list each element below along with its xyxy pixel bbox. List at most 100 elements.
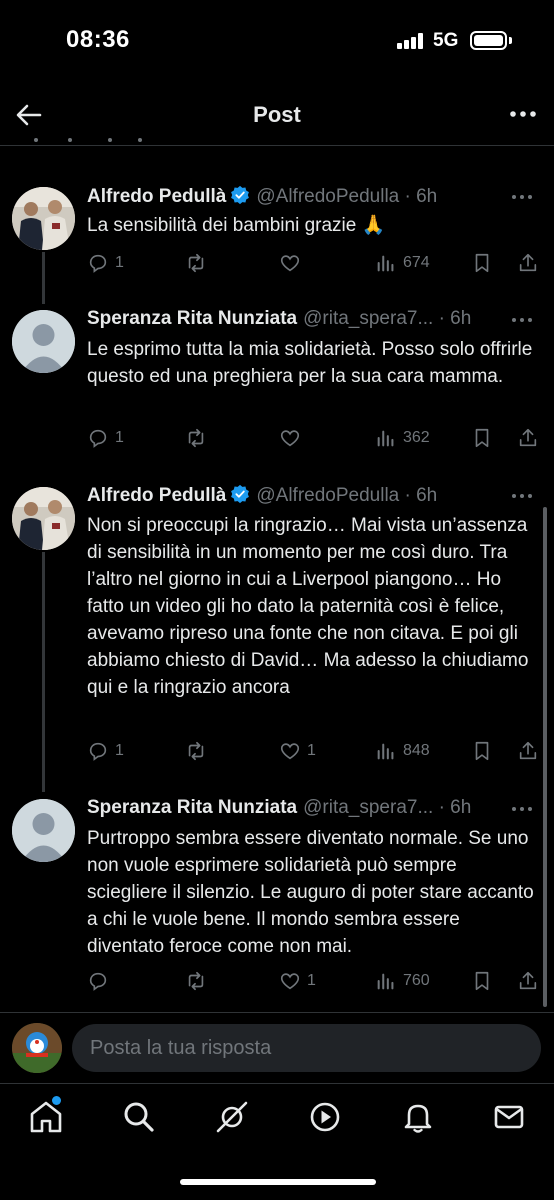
notifications-icon[interactable]: [400, 1099, 436, 1135]
avatar[interactable]: [12, 187, 75, 250]
header-divider: [0, 145, 554, 146]
scrollbar[interactable]: [543, 507, 547, 1007]
repost-icon: [188, 428, 204, 448]
post-header: Speranza Rita Nunziata @rita_spera7... · …: [87, 308, 471, 330]
like-button[interactable]: [279, 425, 307, 451]
post-text: Non si preoccupi la ringrazio… Mai vista…: [87, 515, 529, 698]
avatar[interactable]: [12, 799, 75, 862]
battery-tip: [509, 37, 512, 44]
avatar[interactable]: [12, 310, 75, 373]
verified-badge-icon: [231, 484, 250, 504]
share-icon: [519, 428, 537, 447]
views-icon: [377, 743, 394, 760]
user-avatar[interactable]: [12, 1023, 62, 1073]
bookmark-button[interactable]: [471, 250, 493, 276]
post-more-icon[interactable]: [510, 315, 534, 325]
more-options-icon[interactable]: [508, 102, 538, 126]
post-text: Le esprimo tutta la mia solidarietà. Pos…: [87, 339, 533, 387]
author-name[interactable]: Alfredo Pedullà: [87, 485, 226, 506]
share-button[interactable]: [517, 250, 539, 276]
views-icon: [377, 430, 394, 447]
repost-icon: [188, 971, 204, 991]
reply-divider: [0, 1012, 554, 1013]
bookmark-icon: [475, 971, 489, 991]
repost-button[interactable]: [185, 425, 213, 451]
views-button[interactable]: 848: [375, 738, 430, 764]
video-icon[interactable]: [307, 1099, 343, 1135]
search-icon[interactable]: [121, 1099, 157, 1135]
like-button[interactable]: 1: [279, 738, 316, 764]
avatar[interactable]: [12, 487, 75, 550]
repost-icon: [188, 253, 204, 273]
share-icon: [519, 741, 537, 760]
share-button[interactable]: [517, 968, 539, 994]
share-icon: [519, 971, 537, 990]
author-name[interactable]: Speranza Rita Nunziata: [87, 797, 297, 818]
post-actions: 1 674: [87, 250, 542, 276]
heart-icon: [280, 973, 300, 990]
post-header: Speranza Rita Nunziata @rita_spera7... · …: [87, 797, 471, 819]
post-more-icon[interactable]: [510, 804, 534, 814]
thread-line: [42, 252, 45, 304]
reply-button[interactable]: 1: [87, 250, 124, 276]
author-name[interactable]: Alfredo Pedullà: [87, 186, 226, 207]
repost-button[interactable]: [185, 250, 213, 276]
notification-dot: [52, 1096, 61, 1105]
bookmark-button[interactable]: [471, 968, 493, 994]
views-icon: [377, 255, 394, 272]
reply-button[interactable]: 1: [87, 425, 124, 451]
post-more-icon[interactable]: [510, 491, 534, 501]
views-button[interactable]: 362: [375, 425, 430, 451]
signal-icon: [397, 33, 425, 49]
like-button[interactable]: [279, 250, 307, 276]
reply-input[interactable]: [72, 1024, 541, 1072]
author-handle: @AlfredoPedulla · 6h: [256, 186, 438, 207]
status-bar: 08:36 5G: [0, 0, 554, 80]
reply-icon: [89, 972, 107, 991]
bookmark-icon: [475, 428, 489, 448]
repost-button[interactable]: [185, 738, 213, 764]
share-button[interactable]: [517, 738, 539, 764]
heart-icon: [280, 430, 300, 447]
bookmark-icon: [475, 741, 489, 761]
repost-button[interactable]: [185, 968, 213, 994]
heart-icon: [280, 743, 300, 760]
repost-icon: [188, 741, 204, 761]
share-button[interactable]: [517, 425, 539, 451]
post-header: Alfredo Pedullà @AlfredoPedulla · 6h: [87, 484, 437, 507]
views-button[interactable]: 674: [375, 250, 430, 276]
network-label: 5G: [433, 30, 459, 51]
home-indicator[interactable]: [180, 1179, 376, 1185]
like-button[interactable]: 1: [279, 968, 316, 994]
post-actions: 1 1 848: [87, 738, 542, 764]
post-text: Purtroppo sembra essere diventato normal…: [87, 828, 534, 957]
verified-badge-icon: [231, 185, 250, 205]
reply-icon: [89, 254, 107, 273]
bookmark-button[interactable]: [471, 425, 493, 451]
heart-icon: [280, 255, 300, 272]
post-actions: 1 362: [87, 425, 542, 451]
reply-button[interactable]: 1: [87, 738, 124, 764]
thread-line: [42, 552, 45, 792]
post-text: La sensibilità dei bambini grazie 🙏: [87, 215, 386, 236]
bookmark-icon: [475, 253, 489, 273]
author-handle: @AlfredoPedulla · 6h: [256, 485, 438, 506]
post-more-icon[interactable]: [510, 192, 534, 202]
views-icon: [377, 973, 394, 990]
author-name[interactable]: Speranza Rita Nunziata: [87, 308, 297, 329]
views-button[interactable]: 760: [375, 968, 430, 994]
reply-icon: [89, 429, 107, 448]
bookmark-button[interactable]: [471, 738, 493, 764]
post-actions: 1 760: [87, 968, 542, 994]
author-handle: @rita_spera7... · 6h: [303, 308, 472, 329]
post-header: Alfredo Pedullà @AlfredoPedulla · 6h: [87, 185, 437, 208]
share-icon: [519, 253, 537, 272]
status-time: 08:36: [66, 26, 130, 53]
reply-button[interactable]: [87, 968, 115, 994]
battery-icon: [470, 31, 507, 50]
author-handle: @rita_spera7... · 6h: [303, 797, 472, 818]
page-title: Post: [253, 102, 301, 127]
reply-icon: [89, 742, 107, 761]
grok-icon[interactable]: [214, 1099, 250, 1135]
messages-icon[interactable]: [491, 1099, 527, 1135]
